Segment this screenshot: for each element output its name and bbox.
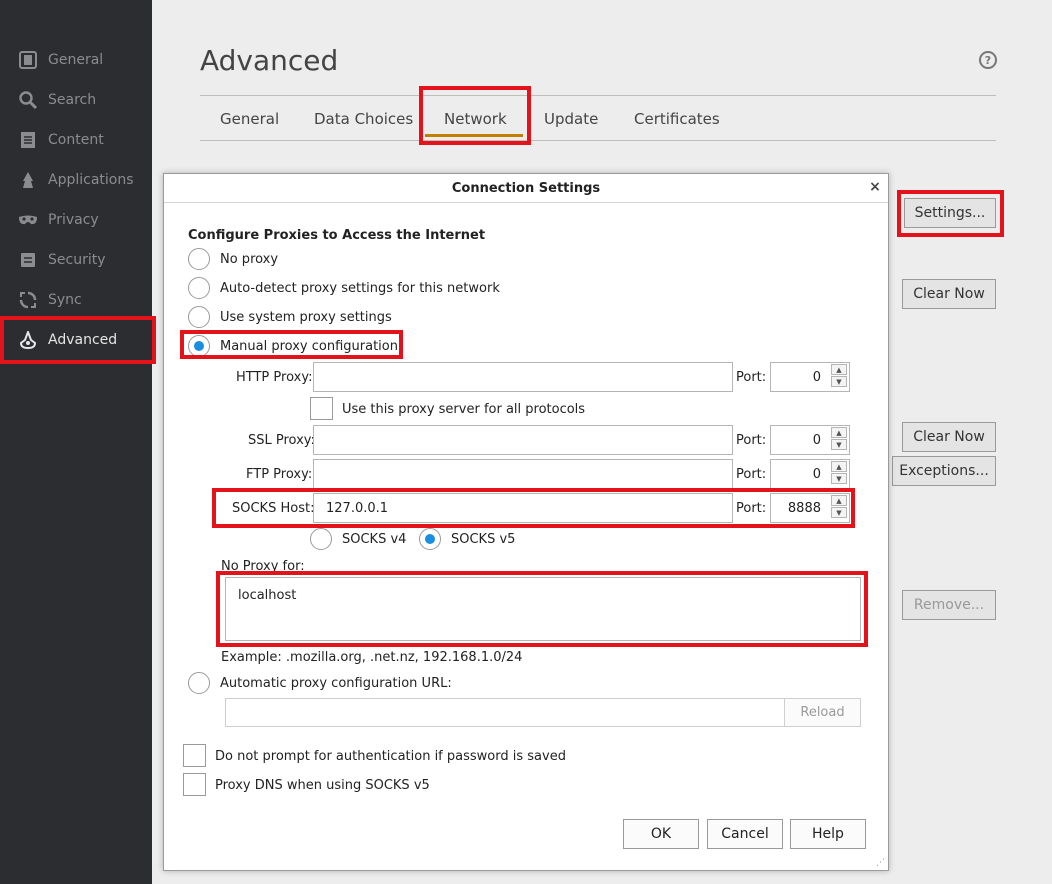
spin-down-icon[interactable]: ▼ — [831, 507, 847, 518]
cancel-button[interactable]: Cancel — [707, 819, 783, 849]
socks-v4-radio[interactable] — [310, 528, 332, 550]
http-proxy-input[interactable] — [313, 362, 733, 392]
settings-button[interactable]: Settings... — [904, 198, 996, 228]
example-text: Example: .mozilla.org, .net.nz, 192.168.… — [221, 650, 523, 665]
no-proxy-for-textarea[interactable]: localhost — [225, 577, 861, 641]
sidebar-item-content[interactable]: Content — [0, 120, 152, 160]
sidebar-item-privacy[interactable]: Privacy — [0, 200, 152, 240]
spin-up-icon[interactable]: ▲ — [831, 364, 847, 375]
socks-v4-label: SOCKS v4 — [342, 532, 407, 547]
socks-host-input[interactable]: 127.0.0.1 — [313, 493, 733, 523]
use-for-all-checkbox[interactable] — [310, 397, 333, 420]
spin-down-icon[interactable]: ▼ — [831, 439, 847, 450]
auto-proxy-url-input[interactable] — [225, 698, 785, 727]
remove-button[interactable]: Remove... — [902, 590, 996, 620]
dialog-title: Connection Settings — [164, 174, 888, 203]
sidebar-item-label: General — [48, 52, 104, 68]
content-icon — [17, 129, 39, 151]
spin-up-icon[interactable]: ▲ — [831, 461, 847, 472]
spin-up-icon[interactable]: ▲ — [831, 427, 847, 438]
socks-host-label: SOCKS Host: — [232, 501, 315, 516]
privacy-icon — [17, 209, 39, 231]
sidebar-item-sync[interactable]: Sync — [0, 280, 152, 320]
ftp-port-label: Port: — [736, 467, 767, 482]
auto-detect-radio[interactable] — [188, 277, 210, 299]
proxy-dns-label: Proxy DNS when using SOCKS v5 — [215, 778, 430, 793]
no-prompt-auth-label: Do not prompt for authentication if pass… — [215, 749, 566, 764]
spin-down-icon[interactable]: ▼ — [831, 473, 847, 484]
tab-network[interactable]: Network — [444, 110, 507, 128]
sidebar-item-search[interactable]: Search — [0, 80, 152, 120]
spin-up-icon[interactable]: ▲ — [831, 495, 847, 506]
no-prompt-auth-checkbox[interactable] — [183, 744, 206, 767]
resize-grip-icon[interactable]: ⋰ — [876, 858, 886, 868]
sidebar-item-general[interactable]: General — [0, 40, 152, 80]
proxy-heading: Configure Proxies to Access the Internet — [188, 228, 486, 243]
tab-certificates[interactable]: Certificates — [634, 110, 720, 128]
sidebar-item-security[interactable]: Security — [0, 240, 152, 280]
tab-data-choices[interactable]: Data Choices — [314, 110, 413, 128]
ssl-proxy-label: SSL Proxy: — [248, 433, 315, 448]
http-port-label: Port: — [736, 370, 767, 385]
sync-icon — [17, 289, 39, 311]
exceptions-button[interactable]: Exceptions... — [892, 456, 996, 486]
active-tab-underline — [425, 134, 523, 137]
tab-general[interactable]: General — [220, 110, 279, 128]
use-for-all-label: Use this proxy server for all protocols — [342, 402, 586, 417]
no-proxy-label: No proxy — [220, 252, 279, 267]
proxy-dns-checkbox[interactable] — [183, 773, 206, 796]
ftp-proxy-label: FTP Proxy: — [246, 467, 313, 482]
spin-down-icon[interactable]: ▼ — [831, 376, 847, 387]
search-icon — [17, 89, 39, 111]
sidebar-item-label: Content — [48, 132, 104, 148]
advanced-icon — [17, 329, 39, 351]
sidebar-item-label: Search — [48, 92, 97, 108]
ssl-proxy-input[interactable] — [313, 425, 733, 455]
clear-now-button[interactable]: Clear Now — [902, 279, 996, 309]
ssl-port-label: Port: — [736, 433, 767, 448]
auto-proxy-url-radio[interactable] — [188, 672, 210, 694]
ok-button[interactable]: OK — [623, 819, 699, 849]
ftp-proxy-input[interactable] — [313, 459, 733, 489]
system-proxy-label: Use system proxy settings — [220, 310, 392, 325]
system-proxy-radio[interactable] — [188, 306, 210, 328]
help-icon[interactable]: ? — [979, 51, 997, 69]
auto-proxy-url-label: Automatic proxy configuration URL: — [220, 676, 452, 691]
sidebar-item-label: Sync — [48, 292, 82, 308]
reload-button[interactable]: Reload — [784, 698, 861, 727]
sidebar: General Search Content Applications Priv… — [0, 0, 152, 884]
clear-now-button[interactable]: Clear Now — [902, 422, 996, 452]
manual-proxy-label: Manual proxy configuration: — [220, 339, 403, 354]
http-proxy-label: HTTP Proxy: — [236, 370, 313, 385]
sidebar-item-applications[interactable]: Applications — [0, 160, 152, 200]
page-title: Advanced — [200, 44, 339, 77]
socks-port-label: Port: — [736, 501, 767, 516]
socks-v5-radio[interactable] — [419, 528, 441, 550]
sidebar-item-label: Security — [48, 252, 106, 268]
tab-update[interactable]: Update — [544, 110, 598, 128]
no-proxy-radio[interactable] — [188, 248, 210, 270]
sidebar-item-label: Advanced — [48, 332, 118, 348]
sidebar-item-advanced[interactable]: Advanced — [0, 320, 152, 360]
help-button[interactable]: Help — [790, 819, 866, 849]
security-icon — [17, 249, 39, 271]
no-proxy-for-label: No Proxy for: — [221, 559, 305, 574]
sidebar-item-label: Privacy — [48, 212, 99, 228]
manual-proxy-radio[interactable] — [188, 335, 210, 357]
close-icon[interactable]: × — [868, 180, 882, 194]
connection-settings-dialog: Connection Settings × Configure Proxies … — [163, 173, 889, 871]
auto-detect-label: Auto-detect proxy settings for this netw… — [220, 281, 500, 296]
socks-v5-label: SOCKS v5 — [451, 532, 516, 547]
applications-icon — [17, 169, 39, 191]
general-icon — [17, 49, 39, 71]
sidebar-item-label: Applications — [48, 172, 134, 188]
